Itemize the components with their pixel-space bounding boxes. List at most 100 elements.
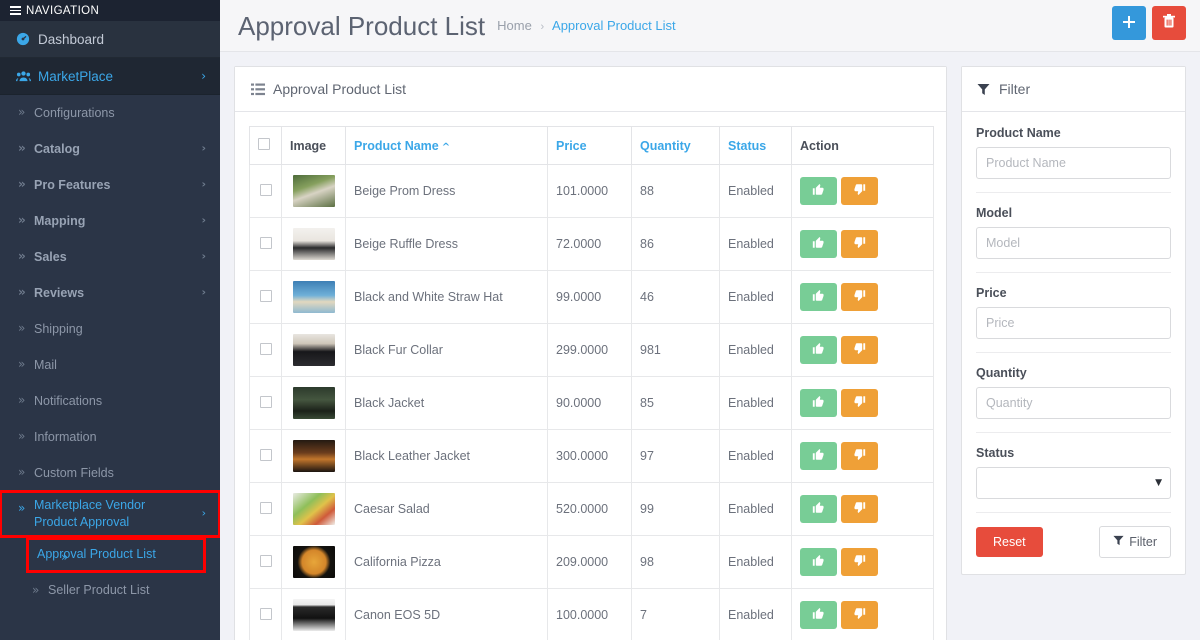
column-header-price[interactable]: Price xyxy=(547,126,632,165)
table-row: Black Leather Jacket 300.0000 97 Enabled xyxy=(249,429,934,483)
sidebar-item-label: Mapping xyxy=(34,213,86,228)
delete-button[interactable] xyxy=(1152,6,1186,40)
row-price: 101.0000 xyxy=(547,164,632,218)
row-select-cell xyxy=(249,217,282,271)
row-action-cell xyxy=(791,270,934,324)
sidebar-item-notifications[interactable]: » Notifications xyxy=(0,383,220,419)
row-checkbox[interactable] xyxy=(259,395,272,408)
sidebar-item-sales[interactable]: » Sales › xyxy=(0,239,220,275)
row-status: Enabled xyxy=(719,588,792,640)
column-header-status[interactable]: Status xyxy=(719,126,792,165)
sidebar-item-mapping[interactable]: » Mapping › xyxy=(0,203,220,239)
add-button[interactable] xyxy=(1112,6,1146,40)
reject-button[interactable] xyxy=(841,389,878,417)
table-row: California Pizza 209.0000 98 Enabled xyxy=(249,535,934,589)
row-status: Enabled xyxy=(719,164,792,218)
filter-input-quantity[interactable] xyxy=(976,387,1171,419)
sidebar-item-label: Notifications xyxy=(34,393,103,408)
filter-input-product-name[interactable] xyxy=(976,147,1171,179)
filter-button[interactable]: Filter xyxy=(1099,526,1171,558)
table-head: Image Product Name ^ Price Quantity Statu… xyxy=(249,126,934,165)
row-product-name: Canon EOS 5D xyxy=(345,588,548,640)
sidebar-item-label: Reviews xyxy=(34,285,85,300)
sidebar-item-reviews[interactable]: » Reviews › xyxy=(0,275,220,311)
sidebar-item-label: Information xyxy=(34,429,97,444)
filter-input-price[interactable] xyxy=(976,307,1171,339)
row-checkbox[interactable] xyxy=(259,607,272,620)
approve-button[interactable] xyxy=(800,283,837,311)
row-checkbox[interactable] xyxy=(259,554,272,567)
row-select-cell xyxy=(249,376,282,430)
row-action-cell xyxy=(791,588,934,640)
row-image-cell xyxy=(281,164,346,218)
row-checkbox[interactable] xyxy=(259,289,272,302)
products-table: Image Product Name ^ Price Quantity Statu… xyxy=(249,126,934,640)
reject-button[interactable] xyxy=(841,177,878,205)
sidebar-item-label: Seller Product List xyxy=(48,583,150,598)
reject-button[interactable] xyxy=(841,442,878,470)
reject-button[interactable] xyxy=(841,283,878,311)
row-checkbox[interactable] xyxy=(259,342,272,355)
filter-input-model[interactable] xyxy=(976,227,1171,259)
sidebar-item-mail[interactable]: » Mail xyxy=(0,347,220,383)
double-chevron-icon: » xyxy=(18,465,26,479)
column-header-select-all xyxy=(249,126,282,165)
product-thumbnail xyxy=(292,493,335,525)
reject-button[interactable] xyxy=(841,495,878,523)
sidebar-item-shipping[interactable]: » Shipping xyxy=(0,311,220,347)
hamburger-icon[interactable] xyxy=(10,6,21,15)
table-row: Black Jacket 90.0000 85 Enabled xyxy=(249,376,934,430)
row-quantity: 98 xyxy=(631,535,720,589)
approve-button[interactable] xyxy=(800,442,837,470)
row-price: 300.0000 xyxy=(547,429,632,483)
reject-button[interactable] xyxy=(841,548,878,576)
breadcrumb-current[interactable]: Approval Product List xyxy=(552,18,676,33)
table-row: Canon EOS 5D 100.0000 7 Enabled xyxy=(249,588,934,640)
row-product-name: Black Jacket xyxy=(345,376,548,430)
thumbs-up-icon xyxy=(812,448,825,464)
trash-icon xyxy=(1162,14,1176,32)
approve-button[interactable] xyxy=(800,495,837,523)
chevron-right-icon: › xyxy=(201,249,206,263)
sidebar-item-marketplace-vendor-product-approval[interactable]: » Marketplace Vendor Product Approval › xyxy=(0,490,220,538)
column-header-quantity[interactable]: Quantity xyxy=(631,126,720,165)
approve-button[interactable] xyxy=(800,230,837,258)
row-checkbox[interactable] xyxy=(259,183,272,196)
reject-button[interactable] xyxy=(841,230,878,258)
filter-select-status[interactable] xyxy=(976,467,1171,499)
filter-select-wrapper: ▼ xyxy=(976,467,1171,499)
row-quantity: 981 xyxy=(631,323,720,377)
approve-button[interactable] xyxy=(800,389,837,417)
sidebar-item-catalog[interactable]: » Catalog › xyxy=(0,131,220,167)
app-root: NAVIGATION Dashboard MarketPlace › » Con… xyxy=(0,0,1200,640)
row-status: Enabled xyxy=(719,429,792,483)
approve-button[interactable] xyxy=(800,548,837,576)
sidebar-item-marketplace[interactable]: MarketPlace › xyxy=(0,58,220,95)
row-checkbox[interactable] xyxy=(259,448,272,461)
reset-button[interactable]: Reset xyxy=(976,527,1043,557)
sidebar-item-information[interactable]: » Information xyxy=(0,419,220,455)
sidebar-item-approval-product-list[interactable]: » Approval Product List xyxy=(26,536,206,573)
reject-button[interactable] xyxy=(841,336,878,364)
approve-button[interactable] xyxy=(800,336,837,364)
double-chevron-icon: » xyxy=(18,177,26,191)
row-checkbox[interactable] xyxy=(259,501,272,514)
column-header-product-name[interactable]: Product Name ^ xyxy=(345,126,548,165)
main-content: Approval Product List Home › Approval Pr… xyxy=(220,0,1200,640)
row-action-cell xyxy=(791,217,934,271)
approve-button[interactable] xyxy=(800,601,837,629)
double-chevron-icon: » xyxy=(18,321,26,335)
row-checkbox[interactable] xyxy=(259,236,272,249)
sidebar-item-pro-features[interactable]: » Pro Features › xyxy=(0,167,220,203)
thumbs-down-icon xyxy=(853,607,866,623)
sidebar-item-configurations[interactable]: » Configurations xyxy=(0,95,220,131)
select-all-checkbox[interactable] xyxy=(258,138,270,150)
double-chevron-icon: » xyxy=(18,105,26,119)
row-select-cell xyxy=(249,270,282,324)
sidebar-item-seller-product-list[interactable]: » Seller Product List xyxy=(0,573,220,609)
sidebar-item-custom-fields[interactable]: » Custom Fields xyxy=(0,455,220,491)
reject-button[interactable] xyxy=(841,601,878,629)
sidebar-item-dashboard[interactable]: Dashboard xyxy=(0,21,220,58)
breadcrumb-home[interactable]: Home xyxy=(497,18,532,33)
approve-button[interactable] xyxy=(800,177,837,205)
